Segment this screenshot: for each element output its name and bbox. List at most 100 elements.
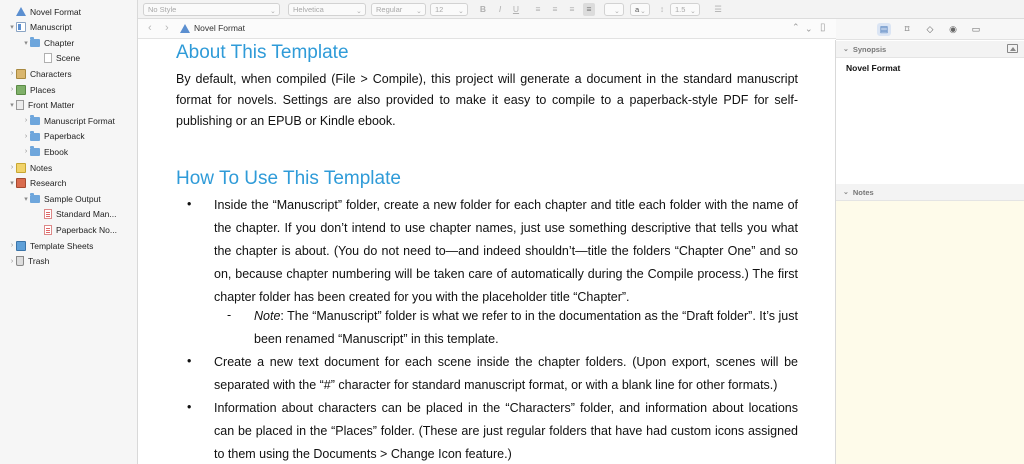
font-weight-select[interactable]: Regular [371, 3, 426, 16]
binder-item-label: Paperback No... [56, 224, 117, 235]
binder-item-label: Paperback [44, 131, 85, 142]
chevron-up-icon[interactable]: ⌃ [792, 22, 800, 33]
binder-item-label: Novel Format [30, 6, 82, 17]
chevron-down-icon[interactable]: ▾ [8, 101, 16, 109]
back-arrow-icon[interactable]: ‹ [148, 22, 152, 34]
chevron-right-icon[interactable]: › [8, 242, 16, 249]
synopsis-header-label: Synopsis [852, 44, 887, 54]
forward-arrow-icon[interactable]: › [165, 22, 169, 34]
chevron-right-icon[interactable]: › [8, 164, 16, 171]
scrivener-window: Novel Format ▾ Manuscript ▾ Chapter Scene › Cha… [0, 0, 1024, 464]
format-bar: No Style Helvetica Regular 12 B I U ≡ ≡ … [138, 0, 1024, 19]
binder-item[interactable]: Standard Man... [36, 207, 116, 222]
synopsis-body[interactable]: Novel Format [836, 58, 1024, 182]
binder-item-label: Characters [30, 68, 72, 79]
binder-item[interactable]: ▾ Front Matter [8, 98, 74, 113]
highlight-select[interactable]: a [630, 3, 650, 16]
inspector-tab-bar: ▤ ⌑ ◇ ◉ ▭ [836, 19, 1024, 40]
editor-text-area[interactable]: About This Template By default, when com… [138, 40, 836, 464]
binder-item[interactable]: › Paperback [22, 129, 85, 144]
style-select[interactable]: No Style [143, 3, 280, 16]
binder-item[interactable]: › Ebook [22, 144, 68, 159]
binder-item[interactable]: ▾ Research [8, 176, 66, 191]
chevron-right-icon[interactable]: › [8, 86, 16, 93]
align-right-icon[interactable]: ≡ [566, 3, 578, 16]
align-center-icon[interactable]: ≡ [549, 3, 561, 16]
font-size-select[interactable]: 12 [430, 3, 468, 16]
align-left-icon[interactable]: ≡ [532, 3, 544, 16]
chevron-down-icon[interactable]: ⌃ [805, 22, 813, 33]
binder-item[interactable]: ▾ Chapter [22, 35, 74, 50]
binder-sidebar: Novel Format ▾ Manuscript ▾ Chapter Scene › Cha… [0, 0, 138, 464]
binder-item[interactable]: › Manuscript Format [22, 113, 115, 128]
binder-item[interactable]: ▾ Manuscript [8, 20, 72, 35]
chevron-down-icon[interactable]: ⌄ [843, 45, 849, 53]
binder-item[interactable]: Paperback No... [36, 222, 117, 237]
binder-item-label: Sample Output [44, 193, 101, 204]
characters-icon [16, 68, 26, 79]
front-matter-icon [16, 100, 24, 111]
italic-button[interactable]: I [494, 3, 506, 16]
list-item-characters: Information about characters can be plac… [214, 401, 798, 461]
synopsis-header[interactable]: ⌄ Synopsis [836, 41, 1024, 58]
binder-item-label: Notes [30, 162, 53, 173]
align-justify-icon[interactable]: ≡ [583, 3, 595, 16]
comment-icon[interactable]: ▭ [969, 23, 983, 36]
binder-item[interactable]: › Places [8, 82, 56, 97]
binder-item[interactable]: Scene [36, 51, 80, 66]
list-bullet: • [187, 197, 192, 211]
tag-icon[interactable]: ◇ [923, 23, 937, 36]
list-bullet: • [187, 354, 192, 368]
chevron-right-icon[interactable]: › [22, 117, 30, 124]
camera-icon[interactable]: ◉ [946, 23, 960, 36]
binder-item-label: Standard Man... [56, 209, 117, 220]
binder-item-label: Trash [28, 256, 50, 267]
places-icon [16, 84, 26, 95]
chevron-down-icon[interactable]: ▾ [22, 195, 30, 203]
binder-item[interactable]: › Notes [8, 160, 52, 175]
notes-text-area[interactable] [836, 201, 1024, 464]
note-text: : The “Manuscript” folder is what we ref… [254, 309, 798, 346]
chevron-right-icon[interactable]: › [8, 258, 16, 265]
binder-item[interactable]: ▾ Sample Output [22, 191, 101, 206]
binder-item[interactable]: › Template Sheets [8, 238, 93, 253]
list-bullet: • [187, 400, 192, 414]
bookmark-icon[interactable]: ⌑ [900, 23, 914, 36]
notes-header[interactable]: ⌄ Notes [836, 184, 1024, 201]
sub-list-dash: - [227, 308, 232, 322]
chevron-down-icon[interactable]: ▾ [8, 23, 16, 31]
chevron-down-icon[interactable]: ⌄ [843, 188, 849, 196]
novel-format-icon [16, 7, 26, 16]
list-item-manuscript: Inside the “Manuscript” folder, create a… [214, 198, 798, 304]
folder-icon [30, 146, 40, 157]
binder-item[interactable]: › Trash [8, 254, 49, 269]
binder-item-label: Chapter [44, 37, 75, 48]
pdf-page-icon [44, 209, 52, 220]
underline-button[interactable]: U [510, 3, 522, 16]
page-icon [44, 53, 52, 64]
list-bullets-icon[interactable]: ☰ [708, 3, 728, 16]
bold-button[interactable]: B [477, 3, 489, 16]
draft-folder-icon [16, 22, 26, 33]
chevron-down-icon[interactable]: ▾ [8, 179, 16, 187]
chevron-right-icon[interactable]: › [8, 70, 16, 77]
header-title-group[interactable]: Novel Format [180, 23, 245, 33]
text-color-select[interactable] [604, 3, 624, 16]
chevron-right-icon[interactable]: › [22, 133, 30, 140]
binder-item[interactable]: › Characters [8, 66, 72, 81]
binder-item-label: Template Sheets [30, 240, 94, 251]
binder-item-label: Front Matter [28, 100, 75, 111]
chevron-right-icon[interactable]: › [22, 148, 30, 155]
research-icon [16, 178, 26, 189]
split-view-icon[interactable]: ▯ [820, 22, 826, 33]
image-icon[interactable] [1007, 44, 1018, 53]
font-family-select[interactable]: Helvetica [288, 3, 366, 16]
synopsis-title[interactable]: Novel Format [846, 63, 900, 73]
paragraph-about: By default, when compiled (File > Compil… [176, 72, 798, 128]
line-spacing-select[interactable]: 1.5 [670, 3, 700, 16]
heading-about-template: About This Template [176, 42, 349, 63]
pdf-page-icon [44, 224, 52, 235]
chevron-down-icon[interactable]: ▾ [22, 39, 30, 47]
binder-item[interactable]: Novel Format [8, 4, 81, 19]
notes-tab-icon[interactable]: ▤ [877, 23, 891, 36]
